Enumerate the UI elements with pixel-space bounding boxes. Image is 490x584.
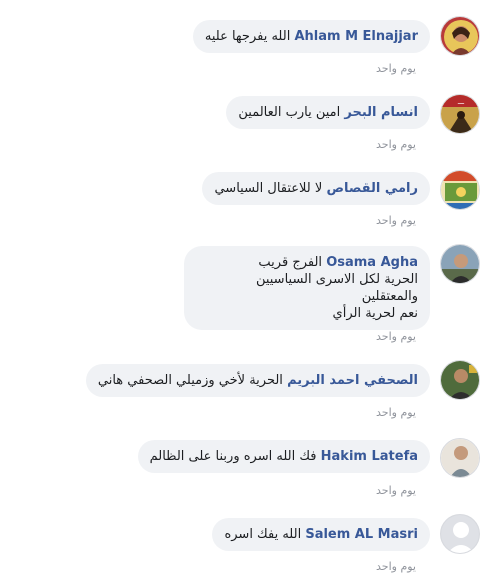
avatar[interactable] <box>440 514 480 554</box>
comment-bubble: الصحفي احمد البريم الحرية لأخي وزميلي ال… <box>85 364 430 397</box>
comment-bubble: Ahlam M Elnajjar الله يفرجها عليه <box>192 20 430 53</box>
comment-timestamp[interactable]: يوم واحد <box>376 214 416 227</box>
comment-text: الله يفك اسره <box>224 527 302 542</box>
comment-author[interactable]: Hakim Latefa <box>321 449 418 464</box>
comment-timestamp[interactable]: يوم واحد <box>376 330 416 343</box>
default-avatar-icon <box>441 515 479 553</box>
comment-text: امين يارب العالمين <box>238 105 341 120</box>
comment-bubble: Salem AL Masri الله يفك اسره <box>212 518 430 551</box>
avatar[interactable] <box>440 438 480 478</box>
avatar[interactable] <box>440 16 480 56</box>
comment-text: الله يفرجها عليه <box>204 29 291 44</box>
comment-text-line: الفرج قريب <box>258 255 323 270</box>
comment-author[interactable]: Osama Agha <box>326 255 418 270</box>
comment-text: لا للاعتقال السياسي <box>214 181 323 196</box>
avatar[interactable] <box>440 244 480 284</box>
comment-author[interactable]: Salem AL Masri <box>305 527 418 542</box>
comment-timestamp[interactable]: يوم واحد <box>376 138 416 151</box>
comment-text: الحرية لأخي وزميلي الصحفي هاني <box>97 373 283 388</box>
comment-author[interactable]: انسام البحر <box>344 105 418 120</box>
comment-author[interactable]: رامي القصاص <box>326 181 418 196</box>
avatar[interactable] <box>440 170 480 210</box>
comment-timestamp[interactable]: يوم واحد <box>376 484 416 497</box>
comment-bubble: رامي القصاص لا للاعتقال السياسي <box>202 172 430 205</box>
comment-text-line: نعم لحرية الرأي <box>332 306 418 321</box>
comment-bubble: Osama Agha الفرج قريب الحرية لكل الاسرى … <box>184 246 430 330</box>
comment-bubble: Hakim Latefa فك الله اسره وربنا على الظا… <box>137 440 430 473</box>
comment-author[interactable]: الصحفي احمد البريم <box>287 373 418 388</box>
comment-timestamp[interactable]: يوم واحد <box>376 406 416 419</box>
comment-timestamp[interactable]: يوم واحد <box>376 560 416 573</box>
svg-text:ـــ: ـــ <box>457 98 465 106</box>
comment-author[interactable]: Ahlam M Elnajjar <box>294 29 418 44</box>
avatar[interactable]: ـــ <box>440 94 480 134</box>
comment-text: فك الله اسره وربنا على الظالم <box>149 449 317 464</box>
comment-timestamp[interactable]: يوم واحد <box>376 62 416 75</box>
comment-text-line: الحرية لكل الاسرى السياسيين والمعتقلين <box>255 272 418 304</box>
comment-bubble: انسام البحر امين يارب العالمين <box>226 96 430 129</box>
avatar[interactable] <box>440 360 480 400</box>
